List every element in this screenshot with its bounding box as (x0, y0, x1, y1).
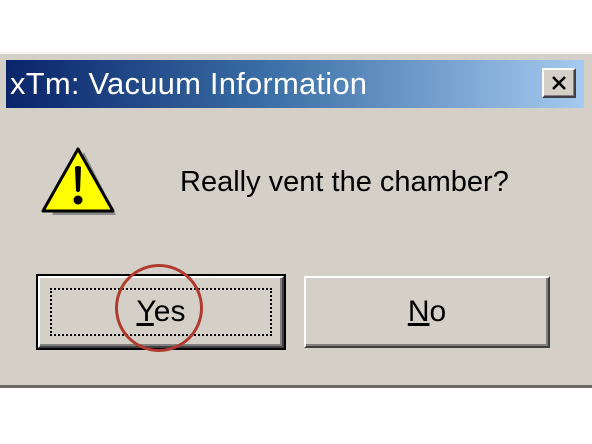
yes-button-label: Yes (136, 295, 186, 328)
no-button-label: No (407, 295, 447, 328)
close-button[interactable] (542, 68, 576, 98)
no-button[interactable]: No (304, 276, 550, 348)
close-icon (552, 76, 566, 90)
dialog-window: xTm: Vacuum Information Really vent the … (0, 52, 592, 388)
title-bar[interactable]: xTm: Vacuum Information (6, 60, 584, 108)
yes-button[interactable]: Yes (36, 274, 286, 350)
window-title: xTm: Vacuum Information (10, 66, 368, 101)
warning-icon (41, 147, 116, 215)
message-text: Really vent the chamber? (180, 166, 509, 198)
